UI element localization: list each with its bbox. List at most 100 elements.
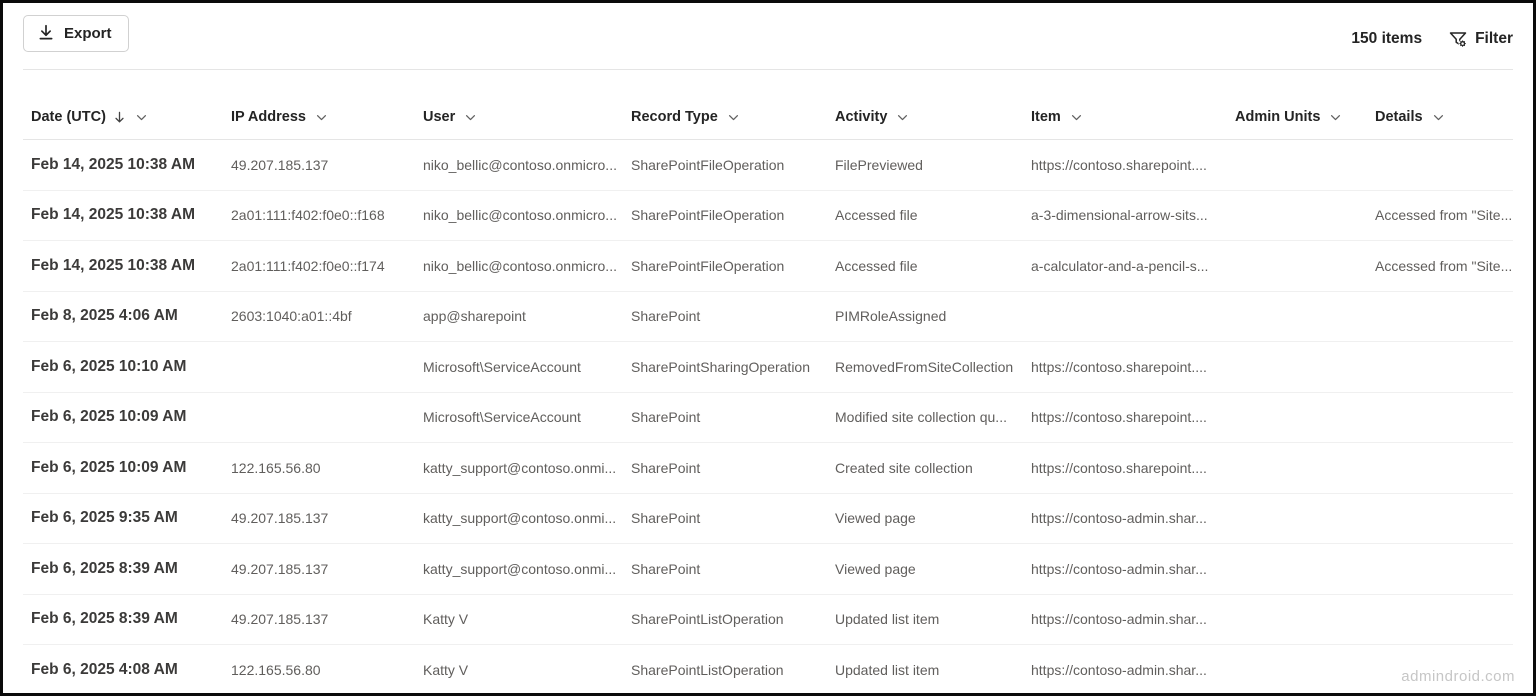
table-body: Feb 14, 2025 10:38 AM 49.207.185.137 niko_… — [23, 140, 1513, 693]
cell-recordType: SharePoint — [631, 308, 701, 325]
cell-item: a-calculator-and-a-pencil-s... — [1031, 257, 1209, 274]
chevron-down-icon — [135, 111, 148, 124]
table-row[interactable]: Feb 6, 2025 8:39 AM 49.207.185.137 katty_s… — [23, 544, 1513, 595]
column-header-ip[interactable]: IP Address — [223, 70, 415, 139]
cell-ip: 2603:1040:a01::4bf — [231, 308, 352, 325]
chevron-down-icon — [896, 111, 909, 124]
cell-user: katty_support@contoso.onmi... — [423, 510, 617, 527]
cell-recordType: SharePointListOperation — [631, 611, 784, 628]
cell-date: Feb 6, 2025 10:10 AM — [31, 357, 187, 375]
cell-details — [1367, 443, 1513, 493]
cell-date: Feb 14, 2025 10:38 AM — [31, 155, 195, 173]
cell-user: Katty V — [423, 661, 469, 678]
table-header-row: Date (UTC) IP Address User Record Type Activ… — [23, 70, 1513, 140]
cell-item: https://contoso-admin.shar... — [1031, 661, 1207, 678]
cell-activity: Viewed page — [835, 560, 916, 577]
cell-user: niko_bellic@contoso.onmicro... — [423, 156, 617, 173]
cell-item: a-3-dimensional-arrow-sits... — [1031, 207, 1208, 224]
cell-item: https://contoso-admin.shar... — [1031, 510, 1207, 527]
chevron-down-icon — [1329, 111, 1342, 124]
filter-button-label: Filter — [1475, 30, 1513, 47]
cell-activity: Updated list item — [835, 661, 940, 678]
cell-user: niko_bellic@contoso.onmicro... — [423, 257, 617, 274]
export-button[interactable]: Export — [23, 14, 129, 52]
cell-date: Feb 14, 2025 10:38 AM — [31, 206, 195, 224]
cell-activity: PIMRoleAssigned — [835, 308, 947, 325]
table-row[interactable]: Feb 6, 2025 4:08 AM 122.165.56.80 Katty V S… — [23, 645, 1513, 693]
cell-adminUnits — [1227, 595, 1367, 645]
cell-recordType: SharePointListOperation — [631, 661, 784, 678]
column-header-label: User — [423, 108, 456, 125]
cell-ip: 2a01:111:f402:f0e0::f174 — [231, 257, 385, 274]
table-row[interactable]: Feb 6, 2025 9:35 AM 49.207.185.137 katty_s… — [23, 494, 1513, 544]
cell-user: Microsoft\ServiceAccount — [423, 409, 581, 426]
column-header-details[interactable]: Details — [1367, 70, 1513, 139]
column-header-label: IP Address — [231, 108, 306, 125]
table-row[interactable]: Feb 6, 2025 10:10 AM Microsoft\ServiceAcc… — [23, 342, 1513, 393]
cell-date: Feb 6, 2025 10:09 AM — [31, 408, 187, 426]
cell-activity: Accessed file — [835, 257, 918, 274]
cell-ip: 2a01:111:f402:f0e0::f168 — [231, 207, 385, 224]
column-header-adminUnits[interactable]: Admin Units — [1227, 70, 1367, 139]
filter-button[interactable]: Filter — [1448, 29, 1513, 49]
table-row[interactable]: Feb 14, 2025 10:38 AM 2a01:111:f402:f0e0:… — [23, 191, 1513, 241]
cell-recordType: SharePointSharingOperation — [631, 358, 811, 375]
table-row[interactable]: Feb 6, 2025 10:09 AM Microsoft\ServiceAcc… — [23, 393, 1513, 443]
watermark: admindroid.com — [1401, 668, 1515, 685]
cell-date: Feb 6, 2025 9:35 AM — [31, 509, 178, 527]
cell-ip — [223, 342, 415, 392]
cell-activity: Created site collection — [835, 459, 973, 476]
cell-user: niko_bellic@contoso.onmicro... — [423, 207, 617, 224]
audit-log-page: Export 150 items Filter Date (UTC) IP Add… — [0, 0, 1536, 696]
cell-item: https://contoso-admin.shar... — [1031, 560, 1207, 577]
table-row[interactable]: Feb 6, 2025 8:39 AM 49.207.185.137 Katty V… — [23, 595, 1513, 645]
cell-item: https://contoso.sharepoint.... — [1031, 358, 1207, 375]
column-header-date[interactable]: Date (UTC) — [23, 70, 223, 139]
cell-user: app@sharepoint — [423, 308, 526, 325]
cell-date: Feb 6, 2025 8:39 AM — [31, 559, 178, 577]
cell-details — [1367, 393, 1513, 443]
download-icon — [37, 24, 55, 42]
cell-details — [1367, 342, 1513, 392]
table-row[interactable]: Feb 8, 2025 4:06 AM 2603:1040:a01::4bf app… — [23, 292, 1513, 342]
column-header-label: Record Type — [631, 108, 718, 125]
filter-settings-icon — [1448, 29, 1468, 49]
cell-date: Feb 6, 2025 8:39 AM — [31, 610, 178, 628]
cell-item: https://contoso.sharepoint.... — [1031, 459, 1207, 476]
cell-ip — [223, 393, 415, 443]
cell-recordType: SharePoint — [631, 560, 701, 577]
column-header-label: Activity — [835, 108, 888, 125]
cell-item: https://contoso-admin.shar... — [1031, 611, 1207, 628]
cell-ip: 49.207.185.137 — [231, 611, 329, 628]
cell-activity: FilePreviewed — [835, 156, 923, 173]
cell-ip: 49.207.185.137 — [231, 510, 329, 527]
column-header-label: Date (UTC) — [31, 108, 106, 125]
cell-recordType: SharePointFileOperation — [631, 257, 785, 274]
toolbar: Export 150 items Filter — [23, 3, 1513, 70]
cell-recordType: SharePoint — [631, 459, 701, 476]
cell-adminUnits — [1227, 393, 1367, 443]
table-row[interactable]: Feb 14, 2025 10:38 AM 2a01:111:f402:f0e0:… — [23, 241, 1513, 292]
export-button-label: Export — [64, 24, 112, 42]
column-header-activity[interactable]: Activity — [827, 70, 1023, 139]
chevron-down-icon — [315, 111, 328, 124]
cell-details: Accessed from "Site... — [1375, 257, 1513, 274]
column-header-recordType[interactable]: Record Type — [623, 70, 827, 139]
cell-activity: RemovedFromSiteCollection — [835, 358, 1014, 375]
cell-adminUnits — [1227, 191, 1367, 241]
column-header-user[interactable]: User — [415, 70, 623, 139]
column-header-item[interactable]: Item — [1023, 70, 1227, 139]
cell-date: Feb 14, 2025 10:38 AM — [31, 256, 195, 274]
cell-date: Feb 6, 2025 10:09 AM — [31, 458, 187, 476]
cell-user: katty_support@contoso.onmi... — [423, 459, 617, 476]
cell-item — [1023, 292, 1227, 342]
table-row[interactable]: Feb 14, 2025 10:38 AM 49.207.185.137 niko_… — [23, 140, 1513, 191]
table-row[interactable]: Feb 6, 2025 10:09 AM 122.165.56.80 katty_s… — [23, 443, 1513, 494]
cell-ip: 122.165.56.80 — [231, 661, 321, 678]
toolbar-right: 150 items Filter — [1351, 29, 1513, 49]
cell-user: katty_support@contoso.onmi... — [423, 560, 617, 577]
cell-adminUnits — [1227, 342, 1367, 392]
column-header-label: Admin Units — [1235, 108, 1321, 125]
chevron-down-icon — [464, 111, 477, 124]
cell-recordType: SharePoint — [631, 409, 701, 426]
